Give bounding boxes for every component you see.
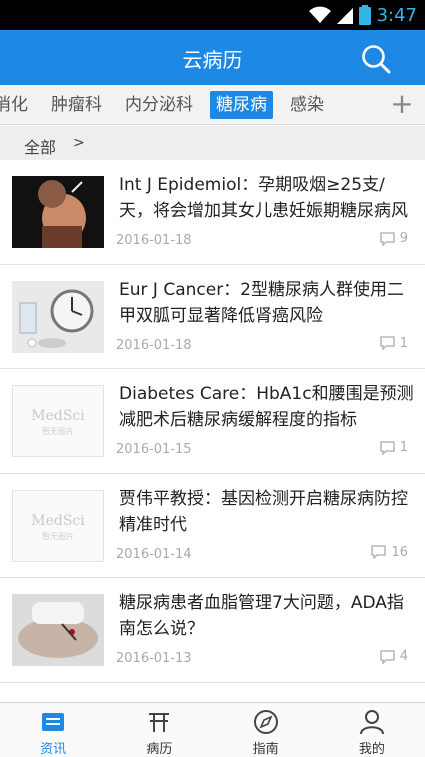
status-icons: 3:47 xyxy=(308,3,417,27)
no-image-text: 暂无图片 xyxy=(42,427,74,436)
comment-count: 9 xyxy=(380,231,408,246)
placeholder-thumbnail: MedSci 暂无图片 xyxy=(12,489,104,562)
signal-icon xyxy=(336,8,353,24)
tab-4[interactable]: 感染 xyxy=(284,91,330,119)
add-category-button[interactable]: + xyxy=(389,90,415,118)
article-list: Int J Epidemiol：孕期吸烟≥25支/天，将会增加其女儿患妊娠期糖尿… xyxy=(0,160,425,683)
nav-item-2[interactable]: 指南 xyxy=(213,703,319,757)
comment-count-value: 9 xyxy=(399,231,408,246)
nav-label: 我的 xyxy=(358,742,385,757)
comment-icon xyxy=(380,336,395,350)
app-header: 云病历 xyxy=(0,30,425,85)
nav-label: 病历 xyxy=(146,742,173,757)
no-image-text: 暂无图片 xyxy=(42,531,74,541)
comment-count-value: 1 xyxy=(399,335,408,351)
article-item[interactable]: MedSci 暂无图片 贾伟平教授：基因检测开启糖尿病防控精准时代 2016-01-1… xyxy=(0,473,425,578)
nav-item-1[interactable]: 病历 xyxy=(106,703,212,757)
comment-count: 1 xyxy=(380,336,408,351)
comment-icon xyxy=(380,649,395,664)
comment-icon xyxy=(371,545,387,559)
comment-count: 1 xyxy=(380,440,408,455)
article-date: 2016-01-18 xyxy=(116,233,192,248)
article-title[interactable]: Int J Epidemiol：孕期吸烟≥25支/天，将会增加其女儿患妊娠期糖尿… xyxy=(119,172,415,224)
comment-icon xyxy=(380,231,395,246)
nav-label: 指南 xyxy=(252,742,279,757)
bottom-nav: 资讯 病历 指南 我的 xyxy=(0,702,425,757)
article-date: 2016-01-15 xyxy=(116,442,192,457)
article-title[interactable]: 糖尿病患者血脂管理7大问题，ADA指南怎么说？ xyxy=(119,590,415,642)
article-date: 2016-01-14 xyxy=(116,546,192,562)
filter-bar[interactable]: 全部 > xyxy=(0,126,425,160)
status-bar: 3:47 xyxy=(0,0,425,30)
record-icon xyxy=(146,709,172,735)
medsci-logo: MedSci xyxy=(31,512,85,529)
article-title[interactable]: Eur J Cancer：2型糖尿病人群使用二甲双胍可显著降低肾癌风险 xyxy=(119,277,415,329)
article-item[interactable]: 糖尿病患者血脂管理7大问题，ADA指南怎么说？ 2016-01-13 4 xyxy=(0,578,425,683)
nav-item-3[interactable]: 我的 xyxy=(319,703,425,757)
article-item[interactable]: Eur J Cancer：2型糖尿病人群使用二甲双胍可显著降低肾癌风险 2016-… xyxy=(0,264,425,369)
tab-1[interactable]: 肿瘤科 xyxy=(45,91,108,119)
filter-arrow[interactable]: > xyxy=(73,135,85,151)
comment-count-value: 16 xyxy=(391,544,408,560)
compass-icon xyxy=(253,709,279,735)
article-date: 2016-01-18 xyxy=(116,337,192,353)
article-thumbnail xyxy=(12,176,104,248)
wifi-icon xyxy=(308,6,331,23)
person-icon xyxy=(359,709,385,735)
article-thumbnail xyxy=(12,594,104,666)
nav-item-0[interactable]: 资讯 xyxy=(0,703,106,757)
filter-label[interactable]: 全部 xyxy=(24,134,56,158)
article-title[interactable]: Diabetes Care：HbA1c和腰围是预测减肥术后糖尿病缓解程度的指标 xyxy=(119,381,415,433)
search-icon[interactable] xyxy=(361,44,391,74)
article-item[interactable]: MedSci 暂无图片 Diabetes Care：HbA1c和腰围是预测减肥术后糖… xyxy=(0,369,425,474)
tab-2[interactable]: 内分泌科 xyxy=(119,91,199,119)
article-thumbnail xyxy=(12,280,104,353)
tab-3[interactable]: 糖尿病 xyxy=(210,91,273,119)
comment-count-value: 4 xyxy=(399,649,408,664)
medsci-logo: MedSci xyxy=(31,408,85,424)
nav-label: 资讯 xyxy=(40,742,67,757)
article-date: 2016-01-13 xyxy=(116,651,192,666)
tab-track: 消化肿瘤科内分泌科糖尿病感染 xyxy=(0,91,341,119)
battery-icon xyxy=(358,5,371,25)
comment-count: 16 xyxy=(371,545,408,560)
status-time: 3:47 xyxy=(376,4,417,26)
placeholder-thumbnail: MedSci 暂无图片 xyxy=(12,385,104,457)
category-tabs: 消化肿瘤科内分泌科糖尿病感染 + xyxy=(0,85,425,125)
comment-count: 4 xyxy=(380,649,408,664)
comment-count-value: 1 xyxy=(399,440,408,455)
comment-icon xyxy=(380,440,395,455)
news-icon xyxy=(40,709,66,735)
article-title[interactable]: 贾伟平教授：基因检测开启糖尿病防控精准时代 xyxy=(119,486,415,538)
tab-0[interactable]: 消化 xyxy=(0,91,34,119)
article-item[interactable]: Int J Epidemiol：孕期吸烟≥25支/天，将会增加其女儿患妊娠期糖尿… xyxy=(0,160,425,265)
